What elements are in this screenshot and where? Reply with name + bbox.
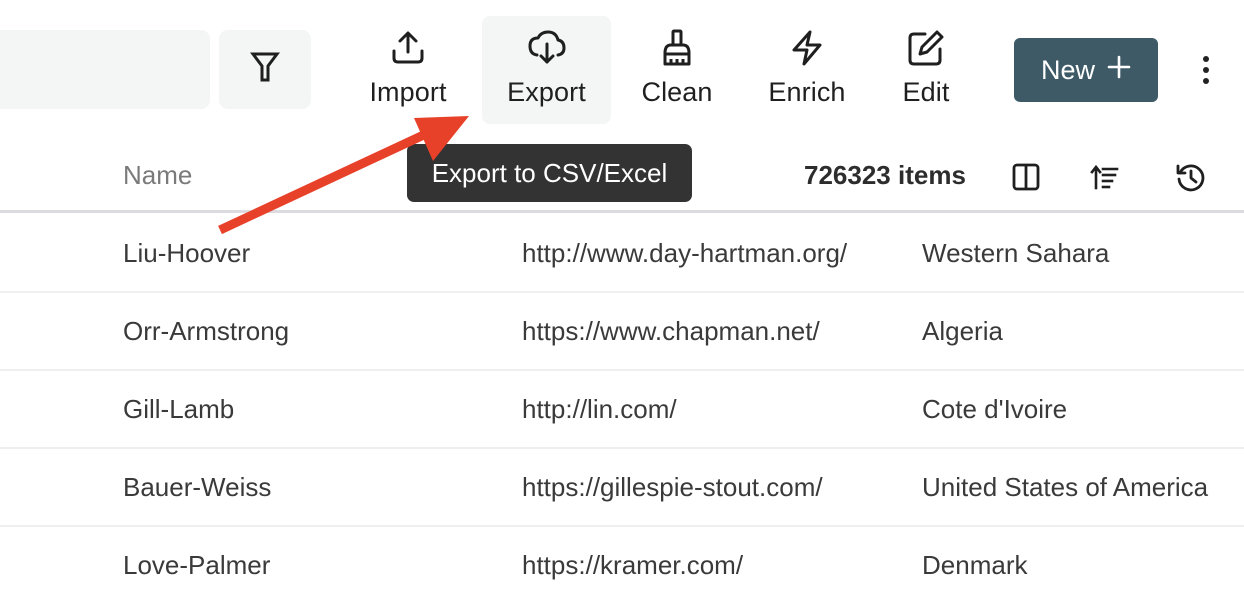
cell-url[interactable]: https://gillespie-stout.com/ [522, 472, 823, 503]
clean-button[interactable]: Clean [630, 16, 724, 124]
more-vertical-icon[interactable] [1194, 52, 1218, 88]
export-button[interactable]: Export [482, 16, 611, 124]
cell-url[interactable]: https://www.chapman.net/ [522, 316, 820, 347]
import-label: Import [369, 77, 447, 107]
cell-country: United States of America [922, 472, 1209, 502]
cell-country: Denmark [922, 550, 1028, 580]
export-label: Export [507, 77, 586, 107]
history-icon[interactable] [1174, 160, 1208, 194]
clean-label: Clean [641, 77, 713, 107]
cell-url[interactable]: https://kramer.com/ [522, 550, 743, 581]
import-button[interactable]: Import [358, 16, 458, 124]
cell-name: Gill-Lamb [123, 394, 235, 424]
plus-icon [1107, 55, 1131, 86]
cell-url[interactable]: http://www.day-hartman.org/ [522, 238, 847, 269]
cell-name: Liu-Hoover [123, 238, 251, 268]
table-row[interactable]: Liu-Hoover http://www.day-hartman.org/ W… [0, 215, 1244, 293]
table-row[interactable]: Gill-Lamb http://lin.com/ Cote d'Ivoire [0, 371, 1244, 449]
search-input[interactable] [0, 30, 210, 109]
edit-label: Edit [902, 77, 950, 107]
enrich-button[interactable]: Enrich [757, 16, 857, 124]
broom-icon [657, 29, 697, 67]
upload-icon [388, 29, 428, 67]
cell-url[interactable]: http://lin.com/ [522, 394, 677, 425]
cell-country: Cote d'Ivoire [922, 394, 1068, 424]
table-row[interactable]: Bauer-Weiss https://gillespie-stout.com/… [0, 449, 1244, 527]
cell-name: Bauer-Weiss [123, 472, 272, 502]
lightning-icon [787, 29, 827, 67]
cell-name: Orr-Armstrong [123, 316, 290, 346]
new-button[interactable]: New [1014, 38, 1158, 102]
filter-button[interactable] [219, 30, 311, 109]
cell-country: Western Sahara [922, 238, 1110, 268]
column-header-name[interactable]: Name [123, 160, 192, 191]
page: Import Export Clean Enrich Edit New Name… [0, 0, 1244, 606]
edit-icon [906, 29, 946, 67]
table-row[interactable]: Love-Palmer https://kramer.com/ Denmark [0, 527, 1244, 605]
columns-icon[interactable] [1009, 160, 1043, 194]
table-row[interactable]: Orr-Armstrong https://www.chapman.net/ A… [0, 293, 1244, 371]
export-tooltip: Export to CSV/Excel [407, 144, 692, 202]
cloud-download-icon [527, 29, 567, 67]
enrich-label: Enrich [768, 77, 846, 107]
filter-icon [250, 51, 280, 88]
items-count: 726323 items [804, 160, 966, 190]
cell-name: Love-Palmer [123, 550, 271, 580]
edit-button[interactable]: Edit [886, 16, 966, 124]
new-button-label: New [1040, 54, 1095, 85]
sort-icon[interactable] [1088, 160, 1122, 194]
table-body: Liu-Hoover http://www.day-hartman.org/ W… [0, 215, 1244, 605]
cell-country: Algeria [922, 316, 1003, 346]
